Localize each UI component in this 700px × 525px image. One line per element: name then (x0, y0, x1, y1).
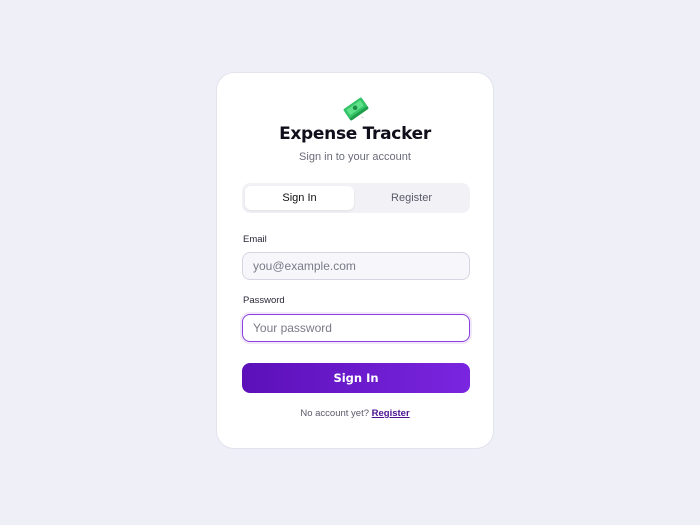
password-input[interactable] (242, 314, 470, 342)
app-subtitle: Sign in to your account (299, 151, 411, 163)
email-input[interactable] (242, 252, 470, 280)
auth-tabs: Sign In Register (242, 183, 470, 213)
register-link[interactable]: Register (372, 408, 410, 419)
password-label: Password (243, 295, 285, 306)
tab-sign-in[interactable]: Sign In (245, 186, 354, 210)
register-prompt-text: No account yet? (300, 408, 369, 419)
email-label: Email (243, 234, 267, 245)
app-title: Expense Tracker (279, 124, 431, 144)
register-prompt: No account yet? Register (217, 408, 493, 419)
sign-in-button[interactable]: Sign In (242, 363, 470, 393)
money-icon (343, 97, 369, 121)
login-card: Expense Tracker Sign in to your account … (216, 72, 494, 449)
tab-register[interactable]: Register (357, 186, 466, 210)
